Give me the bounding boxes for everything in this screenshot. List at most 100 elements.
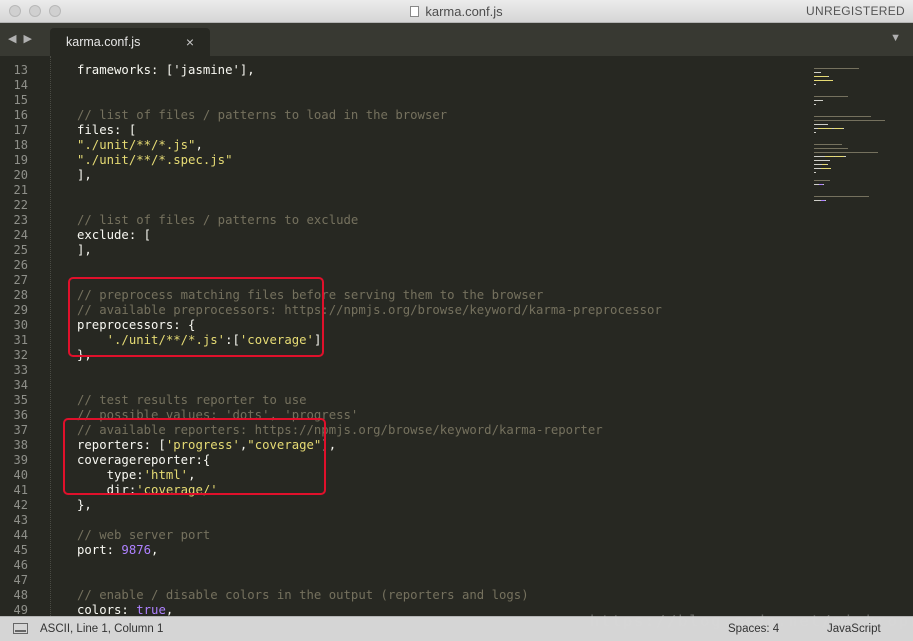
code-token: files: [ xyxy=(77,123,137,137)
minimap-stroke xyxy=(834,128,843,129)
line-number: 42 xyxy=(13,498,28,512)
code-line: // web server port xyxy=(77,528,210,542)
code-line: files: [ xyxy=(77,123,136,137)
minimap-stroke xyxy=(814,76,828,77)
minimap-stroke xyxy=(814,180,830,181)
line-number: 49 xyxy=(13,603,28,616)
line-number: 47 xyxy=(13,573,28,587)
console-panel-icon[interactable] xyxy=(13,623,28,634)
code-literal: true xyxy=(136,603,166,616)
tab-bar: ◀ ▶ karma.conf.js × ▼ xyxy=(0,23,913,56)
code-token: port: xyxy=(77,543,122,557)
minimap-stroke xyxy=(814,96,848,97)
minimap-stroke xyxy=(814,152,878,153)
code-token: colors: xyxy=(77,603,137,616)
line-number: 25 xyxy=(13,243,28,257)
code-line: exclude: [ xyxy=(77,228,151,242)
code-literal: 9876 xyxy=(121,543,152,557)
code-string: "./unit/**/*.js" xyxy=(77,138,196,152)
line-number: 45 xyxy=(13,543,28,557)
status-cursor-position: ASCII, Line 1, Column 1 xyxy=(40,623,164,635)
code-token: ], xyxy=(77,168,92,182)
indent-guide xyxy=(50,56,52,616)
line-number: 46 xyxy=(13,558,28,572)
minimap-stroke xyxy=(823,184,824,185)
minimap-stroke xyxy=(814,148,848,149)
minimap-stroke xyxy=(814,144,842,145)
code-line: "./unit/**/*.spec.js" xyxy=(77,153,232,167)
tab-label: karma.conf.js xyxy=(66,35,141,49)
line-number: 32 xyxy=(13,348,28,362)
highlight-box-reporters xyxy=(63,418,326,495)
code-comment: // list of files / patterns to load in t… xyxy=(77,108,448,122)
minimap-stroke xyxy=(814,84,816,85)
line-number: 41 xyxy=(13,483,28,497)
code-line: // list of files / patterns to load in t… xyxy=(77,108,447,122)
minimap-stroke xyxy=(814,68,859,69)
line-number: 43 xyxy=(13,513,28,527)
minimap[interactable] xyxy=(810,56,913,616)
file-icon xyxy=(410,6,420,17)
line-number: 44 xyxy=(13,528,28,542)
line-number: 17 xyxy=(13,123,28,137)
line-number: 26 xyxy=(13,258,28,272)
line-number: 18 xyxy=(13,138,28,152)
code-comment: // test results reporter to use xyxy=(77,393,307,407)
minimap-stroke xyxy=(814,168,821,169)
minimap-stroke xyxy=(814,72,821,73)
minimap-stroke xyxy=(818,128,832,129)
line-number: 16 xyxy=(13,108,28,122)
line-number: 29 xyxy=(13,303,28,317)
close-tab-icon[interactable]: × xyxy=(186,34,194,50)
code-line: port: 9876, xyxy=(77,543,158,557)
tab-nav-arrows[interactable]: ◀ ▶ xyxy=(8,32,34,45)
code-token: , xyxy=(165,603,174,616)
code-token: , xyxy=(151,543,159,557)
line-number: 35 xyxy=(13,393,28,407)
code-token: , xyxy=(195,138,203,152)
line-number: 19 xyxy=(13,153,28,167)
line-number: 30 xyxy=(13,318,28,332)
code-comment: // enable / disable colors in the output… xyxy=(77,588,529,602)
code-comment: // web server port xyxy=(77,528,211,542)
line-number-gutter: 13 14 15 16 17 18 19 20 21 22 23 24 25 26 27 28 29 30 31 32… xyxy=(0,56,50,616)
minimap-stroke xyxy=(814,156,825,157)
code-line: colors: true, xyxy=(77,603,173,616)
watermark: https://blog.csdn.net/nickroprak xyxy=(590,612,913,630)
minimap-stroke xyxy=(814,196,869,197)
tab-dropdown-icon[interactable]: ▼ xyxy=(890,32,901,44)
minimap-stroke xyxy=(814,200,821,201)
minimap-stroke xyxy=(814,172,816,173)
minimap-stroke xyxy=(825,156,834,157)
line-number: 22 xyxy=(13,198,28,212)
minimap-stroke xyxy=(827,164,828,165)
line-number: 24 xyxy=(13,228,28,242)
line-number: 20 xyxy=(13,168,28,182)
code-line: // enable / disable colors in the output… xyxy=(77,588,529,602)
line-number: 33 xyxy=(13,363,28,377)
line-number: 37 xyxy=(13,423,28,437)
minimap-stroke xyxy=(814,124,828,125)
title-bar: karma.conf.js UNREGISTERED xyxy=(0,0,913,23)
line-number: 48 xyxy=(13,588,28,602)
tab-karma-conf[interactable]: karma.conf.js × xyxy=(50,28,210,56)
minimap-stroke xyxy=(814,132,816,133)
code-line: frameworks: ['jasmine'], xyxy=(77,63,255,77)
minimap-stroke xyxy=(828,76,829,77)
code-comment: // list of files / patterns to exclude xyxy=(77,213,359,227)
minimap-stroke xyxy=(814,164,822,165)
line-number: 40 xyxy=(13,468,28,482)
line-number: 28 xyxy=(13,288,28,302)
code-editor[interactable]: 13 14 15 16 17 18 19 20 21 22 23 24 25 26 27 28 29 30 31 32… xyxy=(0,56,913,616)
line-number: 39 xyxy=(13,453,28,467)
code-token: exclude: [ xyxy=(77,228,152,242)
minimap-stroke xyxy=(814,120,885,121)
minimap-stroke xyxy=(814,80,833,81)
minimap-stroke xyxy=(843,128,844,129)
line-number: 13 xyxy=(13,63,28,77)
code-line: ], xyxy=(77,243,92,257)
line-number: 14 xyxy=(13,78,28,92)
line-number: 21 xyxy=(13,183,28,197)
minimap-stroke xyxy=(835,156,844,157)
code-string: "./unit/**/*.spec.js" xyxy=(77,153,233,167)
